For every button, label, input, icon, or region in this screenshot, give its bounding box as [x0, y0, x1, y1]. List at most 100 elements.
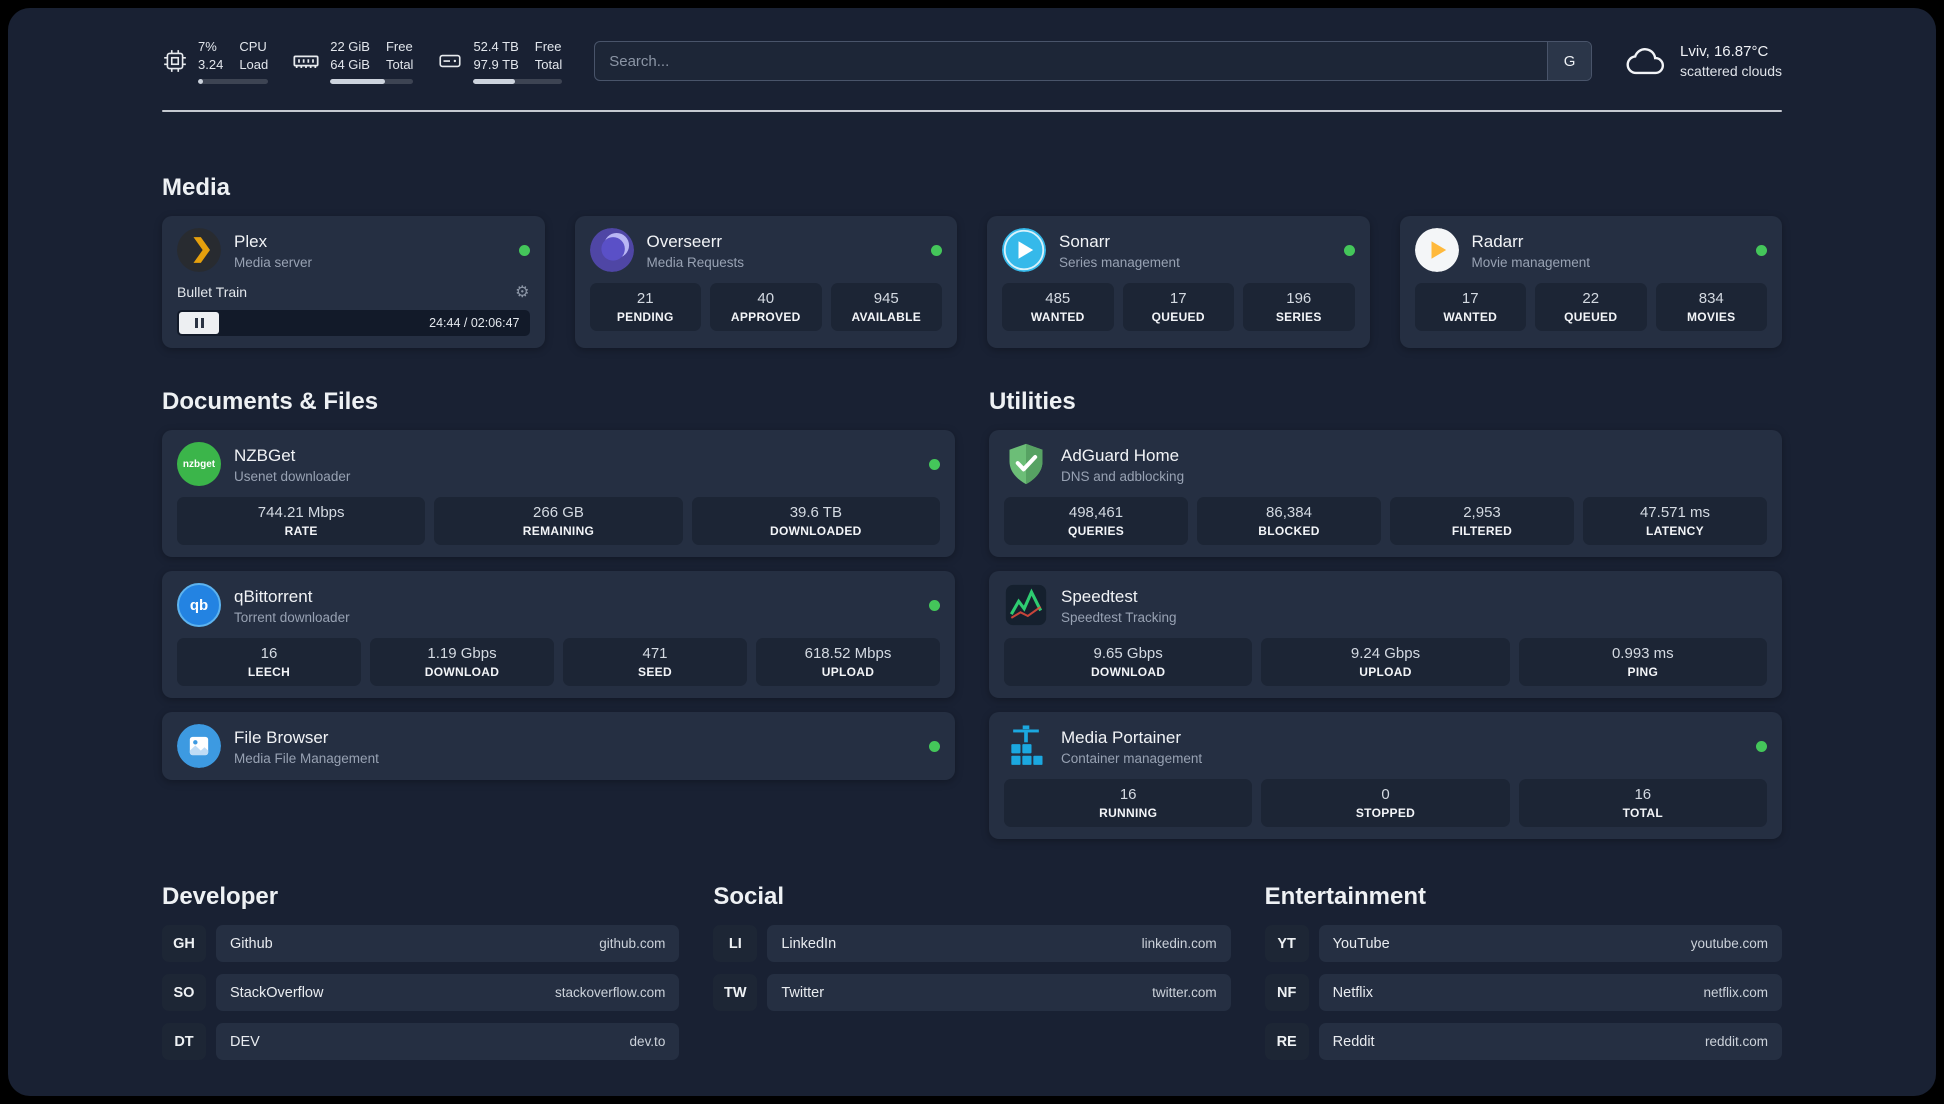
app-subtitle: Media Requests: [646, 254, 745, 270]
stat-queries: 498,461 QUERIES: [1004, 497, 1188, 546]
cpu-widget: 7% 3.24 CPU Load: [162, 38, 269, 85]
section-title-entertainment: Entertainment: [1264, 883, 1427, 911]
app-subtitle: Speedtest Tracking: [1061, 609, 1177, 625]
app-subtitle: Torrent downloader: [234, 609, 350, 625]
search-input[interactable]: [595, 42, 1548, 81]
section-title-media: Media: [162, 174, 231, 202]
cpu-load-value: 3.24: [198, 57, 224, 73]
plex-player-bar: 24:44 / 02:06:47: [177, 310, 530, 337]
memory-free-value: 22 GiB: [330, 39, 370, 54]
bookmark-github[interactable]: GH Github github.com: [162, 925, 680, 963]
app-card-radarr[interactable]: Radarr Movie management 17 WANTED 22 QUE…: [1399, 216, 1782, 349]
memory-free-label: Free: [385, 39, 413, 54]
app-card-speedtest[interactable]: Speedtest Speedtest Tracking 9.65 Gbps D…: [989, 571, 1782, 699]
stat-available: 945 AVAILABLE: [830, 283, 942, 332]
app-subtitle: Series management: [1059, 254, 1180, 270]
search-bar: G: [594, 41, 1593, 82]
app-card-nzbget[interactable]: nzbget NZBGet Usenet downloader 744.21 M…: [162, 430, 955, 558]
bookmark-abbr: TW: [713, 974, 758, 1012]
bookmark-name: DEV: [230, 1033, 260, 1050]
bookmark-url: github.com: [599, 936, 666, 952]
bookmark-abbr: NF: [1264, 974, 1309, 1012]
bookmark-dev[interactable]: DT DEV dev.to: [162, 1023, 680, 1061]
cpu-label: CPU: [239, 39, 267, 54]
section-title-developer: Developer: [162, 883, 279, 911]
stat-latency: 47.571 ms LATENCY: [1583, 497, 1767, 546]
stat-leech: 16 LEECH: [177, 638, 361, 687]
bookmark-twitter[interactable]: TW Twitter twitter.com: [713, 974, 1231, 1012]
status-dot: [518, 244, 530, 256]
stat-queued: 22 QUEUED: [1535, 283, 1647, 332]
disk-widget: 52.4 TB 97.9 TB Free Total: [437, 38, 563, 85]
app-card-plex[interactable]: Plex Media server Bullet Train ⚙ 24:44 /…: [162, 216, 545, 349]
bookmark-linkedin[interactable]: LI LinkedIn linkedin.com: [713, 925, 1231, 963]
app-card-overseerr[interactable]: Overseerr Media Requests 21 PENDING 40 A…: [574, 216, 957, 349]
memory-icon: [293, 55, 319, 69]
dashboard: 7% 3.24 CPU Load 22 GiB 64 GiB Free Tota…: [8, 8, 1936, 1096]
cloud-icon: [1626, 48, 1665, 75]
disk-usage-bar: [473, 79, 563, 85]
app-subtitle: Container management: [1061, 750, 1203, 766]
portainer-icon: [1004, 724, 1048, 768]
search-engine-button[interactable]: G: [1547, 42, 1592, 81]
stat-filtered: 2,953 FILTERED: [1390, 497, 1574, 546]
stat-downloaded: 39.6 TB DOWNLOADED: [691, 497, 940, 546]
section-title-utilities: Utilities: [989, 388, 1076, 416]
app-card-portainer[interactable]: Media Portainer Container management 16 …: [989, 712, 1782, 840]
bookmark-name: StackOverflow: [230, 984, 324, 1001]
bookmark-url: linkedin.com: [1141, 936, 1217, 952]
bookmark-netflix[interactable]: NF Netflix netflix.com: [1264, 974, 1782, 1012]
disk-total-label: Total: [534, 57, 563, 73]
bookmark-url: twitter.com: [1152, 985, 1217, 1001]
section-title-documents: Documents & Files: [162, 388, 379, 416]
media-grid: Plex Media server Bullet Train ⚙ 24:44 /…: [162, 216, 1782, 349]
plex-icon: [177, 228, 221, 273]
stat-download: 9.65 Gbps DOWNLOAD: [1004, 638, 1253, 687]
bookmark-name: Github: [230, 935, 273, 952]
app-card-adguard[interactable]: AdGuard Home DNS and adblocking 498,461 …: [989, 430, 1782, 558]
memory-total-label: Total: [385, 57, 414, 73]
disk-usage-bar-fill: [473, 79, 516, 85]
bookmark-url: netflix.com: [1703, 985, 1768, 1001]
bookmark-youtube[interactable]: YT YouTube youtube.com: [1264, 925, 1782, 963]
filebrowser-icon: [177, 724, 221, 769]
sonarr-icon: [1002, 228, 1046, 273]
section-developer: Developer GH Github github.com SO StackO…: [162, 883, 680, 1072]
qbittorrent-icon: qb: [177, 583, 221, 628]
bookmark-url: reddit.com: [1704, 1034, 1768, 1050]
disk-free-label: Free: [534, 39, 562, 54]
cpu-icon: [164, 50, 186, 73]
nzbget-icon: nzbget: [177, 442, 221, 487]
bookmark-stackoverflow[interactable]: SO StackOverflow stackoverflow.com: [162, 974, 680, 1012]
app-name: Media Portainer: [1061, 728, 1182, 748]
pause-button[interactable]: [179, 312, 219, 335]
bookmark-abbr: DT: [162, 1023, 206, 1061]
now-playing-title: Bullet Train: [177, 284, 248, 301]
topbar-divider: [162, 110, 1782, 113]
weather-condition: scattered clouds: [1680, 62, 1782, 79]
bookmark-url: stackoverflow.com: [555, 985, 666, 1001]
bookmark-reddit[interactable]: RE Reddit reddit.com: [1264, 1023, 1782, 1061]
status-dot: [929, 458, 940, 470]
app-card-filebrowser[interactable]: File Browser Media File Management: [162, 712, 955, 781]
stat-approved: 40 APPROVED: [710, 283, 822, 332]
status-dot: [929, 599, 940, 611]
bookmark-name: LinkedIn: [781, 935, 837, 952]
adguard-icon: [1004, 442, 1048, 486]
radarr-icon: [1414, 228, 1459, 273]
app-name: qBittorrent: [234, 587, 313, 607]
top-bar: 7% 3.24 CPU Load 22 GiB 64 GiB Free Tota…: [162, 8, 1782, 85]
stat-upload: 9.24 Gbps UPLOAD: [1261, 638, 1510, 687]
stat-upload: 618.52 Mbps UPLOAD: [756, 638, 940, 687]
stat-ping: 0.993 ms PING: [1518, 638, 1767, 687]
stat-rate: 744.21 Mbps RATE: [177, 497, 426, 546]
gear-icon[interactable]: ⚙: [515, 282, 529, 302]
app-card-qbittorrent[interactable]: qb qBittorrent Torrent downloader 16 LEE…: [162, 571, 955, 699]
weather-widget: Lviv, 16.87°C scattered clouds: [1624, 42, 1782, 81]
app-card-sonarr[interactable]: Sonarr Series management 485 WANTED 17 Q…: [987, 216, 1370, 349]
playback-time: 24:44 / 02:06:47: [429, 316, 520, 331]
bookmark-name: Netflix: [1332, 984, 1373, 1001]
app-subtitle: Movie management: [1471, 254, 1591, 270]
stat-movies: 834 MOVIES: [1655, 283, 1767, 332]
stat-series: 196 SERIES: [1243, 283, 1355, 332]
